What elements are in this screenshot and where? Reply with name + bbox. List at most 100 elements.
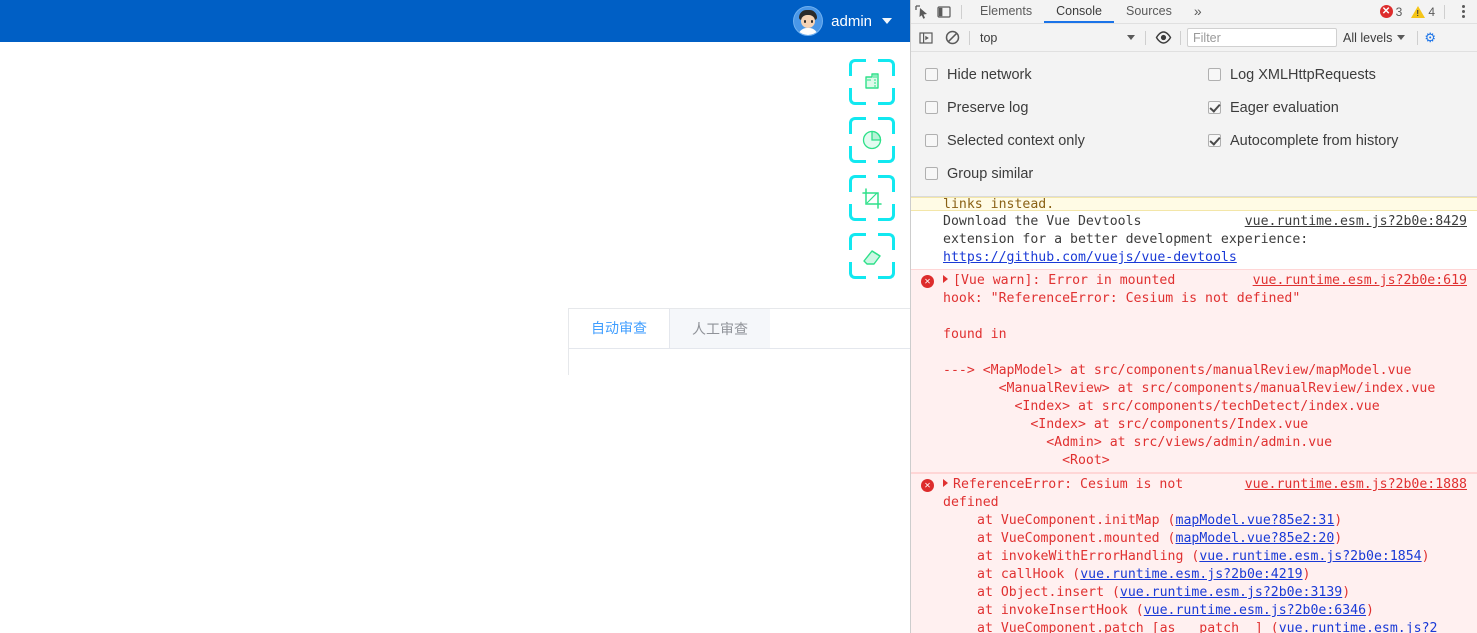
stack-link[interactable]: vue.runtime.esm.js?2b0e:4219 xyxy=(1080,567,1302,582)
warning-icon xyxy=(1411,5,1426,18)
component-trace-0: ---> <MapModel> at src/components/manual… xyxy=(943,363,1412,378)
message-text: vue.runtime.esm.js?2b0e:619 [Vue warn]: E… xyxy=(911,272,1473,470)
execution-context-select[interactable]: top xyxy=(976,28,1139,47)
pie-chart-icon xyxy=(858,126,886,154)
error-line-2: defined xyxy=(943,495,999,510)
stack-frame-4: at Object.insert (vue.runtime.esm.js?2b0… xyxy=(977,585,1351,600)
checkbox[interactable] xyxy=(925,167,938,180)
log-levels-select[interactable]: All levels xyxy=(1337,31,1411,45)
message-text: vue.runtime.esm.js?2b0e:1888 ReferenceErr… xyxy=(911,476,1473,512)
checkbox[interactable] xyxy=(925,101,938,114)
devtools-status-area: ✕ 3 4 xyxy=(1379,4,1477,19)
setting-selected-context-only[interactable]: Selected context only xyxy=(925,124,1194,157)
device-toolbar-icon[interactable] xyxy=(933,0,955,23)
measure-tool[interactable] xyxy=(840,56,902,112)
vue-devtools-link[interactable]: https://github.com/vuejs/vue-devtools xyxy=(943,250,1237,265)
checkbox[interactable] xyxy=(1208,134,1221,147)
error-count: 3 xyxy=(1395,4,1403,19)
live-expression-eye-icon[interactable] xyxy=(1152,26,1174,49)
component-trace-1: <ManualReview> at src/components/manualR… xyxy=(943,381,1436,396)
expand-arrow-icon[interactable] xyxy=(943,479,948,487)
component-trace-5: <Root> xyxy=(943,453,1110,468)
setting-group-similar[interactable]: Group similar xyxy=(925,157,1194,190)
setting-label: Preserve log xyxy=(947,99,1029,116)
web-app-area: admin 自动审查 人工审查 xyxy=(0,0,910,633)
setting-preserve-log[interactable]: Preserve log xyxy=(925,91,1194,124)
setting-log-xmlhttprequests[interactable]: Log XMLHttpRequests xyxy=(1208,58,1477,91)
stack-link[interactable]: vue.runtime.esm.js?2b0e:6346 xyxy=(1144,603,1366,618)
error-icon: ✕ xyxy=(921,479,934,492)
component-trace-4: <Admin> at src/views/admin/admin.vue xyxy=(943,435,1333,450)
tab-console[interactable]: Console xyxy=(1044,0,1114,23)
devtools-panel: Elements Console Sources » ✕ 3 4 xyxy=(910,0,1477,633)
stack-link[interactable]: vue.runtime.esm.js?2b0e:3139 xyxy=(1120,585,1342,600)
console-message-vue-warn[interactable]: ✕ vue.runtime.esm.js?2b0e:619 [Vue warn]:… xyxy=(911,269,1477,473)
error-count-badge[interactable]: ✕ 3 xyxy=(1379,4,1403,19)
execution-context-value: top xyxy=(980,30,998,45)
warning-count-badge[interactable]: 4 xyxy=(1411,5,1435,19)
source-link[interactable]: vue.runtime.esm.js?2b0e:8429 xyxy=(1245,213,1467,231)
more-tabs-button[interactable]: » xyxy=(1184,0,1212,23)
chevron-down-icon xyxy=(1127,35,1135,40)
stack-frame-2: at invokeWithErrorHandling (vue.runtime.… xyxy=(977,549,1430,564)
console-settings: Hide network Preserve log Selected conte… xyxy=(911,52,1477,197)
clear-console-icon[interactable] xyxy=(941,26,963,49)
review-tab-card: 自动审查 人工审查 xyxy=(568,308,910,375)
setting-eager-evaluation[interactable]: Eager evaluation xyxy=(1208,91,1477,124)
stack-frame-6: at VueComponent.patch [as __patch__] (vu… xyxy=(943,621,1438,633)
stack-link[interactable]: vue.runtime.esm.js?2b0e:1854 xyxy=(1199,549,1421,564)
user-menu[interactable]: admin xyxy=(793,6,892,36)
map-tool-rail xyxy=(840,56,902,288)
tab-auto-review[interactable]: 自动审查 xyxy=(569,309,669,348)
source-link[interactable]: vue.runtime.esm.js?2b0e:1888 xyxy=(1245,476,1467,494)
checkbox[interactable] xyxy=(925,134,938,147)
settings-gear-icon[interactable]: ⚙ xyxy=(1424,30,1436,46)
setting-autocomplete-from-history[interactable]: Autocomplete from history xyxy=(1208,124,1477,157)
checkbox[interactable] xyxy=(1208,101,1221,114)
crop-tool[interactable] xyxy=(840,172,902,228)
message-text: links instead. xyxy=(943,197,1055,211)
warn-line-1: [Vue warn]: Error in mounted xyxy=(953,273,1176,288)
tab-panel-body xyxy=(569,349,910,375)
checkbox[interactable] xyxy=(925,68,938,81)
error-icon: ✕ xyxy=(921,275,934,288)
log-levels-value: All levels xyxy=(1343,30,1393,45)
console-toolbar: top All levels ⚙ xyxy=(911,24,1477,52)
warn-line-2: hook: "ReferenceError: Cesium is not def… xyxy=(943,291,1301,306)
erase-tool[interactable] xyxy=(840,230,902,286)
setting-label: Log XMLHttpRequests xyxy=(1230,66,1376,83)
console-settings-right-column: Log XMLHttpRequests Eager evaluation Aut… xyxy=(1194,58,1477,190)
console-message-warning-clipped[interactable]: links instead. xyxy=(911,197,1477,211)
console-settings-left-column: Hide network Preserve log Selected conte… xyxy=(911,58,1194,190)
checkbox[interactable] xyxy=(1208,68,1221,81)
console-message-list[interactable]: links instead. vue.runtime.esm.js?2b0e:8… xyxy=(911,197,1477,633)
inspect-cursor-icon[interactable] xyxy=(911,0,933,23)
setting-label: Group similar xyxy=(947,165,1034,182)
filter-input[interactable] xyxy=(1187,28,1337,47)
stack-link[interactable]: mapModel.vue?85e2:20 xyxy=(1176,531,1335,546)
kebab-menu-icon[interactable] xyxy=(1454,5,1473,18)
error-icon: ✕ xyxy=(1379,5,1393,18)
expand-arrow-icon[interactable] xyxy=(943,275,948,283)
console-message-vue-devtools-tip[interactable]: vue.runtime.esm.js?2b0e:8429 Download the… xyxy=(911,211,1477,269)
chevron-down-icon[interactable] xyxy=(882,18,892,24)
warning-count: 4 xyxy=(1428,4,1435,19)
stack-link[interactable]: vue.runtime.esm.js?2 xyxy=(1279,621,1438,633)
avatar xyxy=(793,6,824,36)
area-tool[interactable] xyxy=(840,114,902,170)
stack-link[interactable]: mapModel.vue?85e2:31 xyxy=(1176,513,1335,528)
tab-elements[interactable]: Elements xyxy=(968,0,1044,23)
setting-label: Selected context only xyxy=(947,132,1085,149)
setting-label: Autocomplete from history xyxy=(1230,132,1399,149)
devtools-tabbar: Elements Console Sources » ✕ 3 4 xyxy=(911,0,1477,24)
setting-hide-network[interactable]: Hide network xyxy=(925,58,1194,91)
source-link[interactable]: vue.runtime.esm.js?2b0e:619 xyxy=(1253,272,1467,290)
crop-icon xyxy=(858,184,886,212)
tab-sources[interactable]: Sources xyxy=(1114,0,1184,23)
eraser-icon xyxy=(858,242,886,270)
tab-manual-review[interactable]: 人工审查 xyxy=(669,309,770,348)
console-message-reference-error[interactable]: ✕ vue.runtime.esm.js?2b0e:1888 ReferenceE… xyxy=(911,473,1477,633)
console-sidebar-icon[interactable] xyxy=(915,26,937,49)
message-text: vue.runtime.esm.js?2b0e:8429 Download the… xyxy=(911,213,1473,267)
component-trace-3: <Index> at src/components/Index.vue xyxy=(943,417,1309,432)
